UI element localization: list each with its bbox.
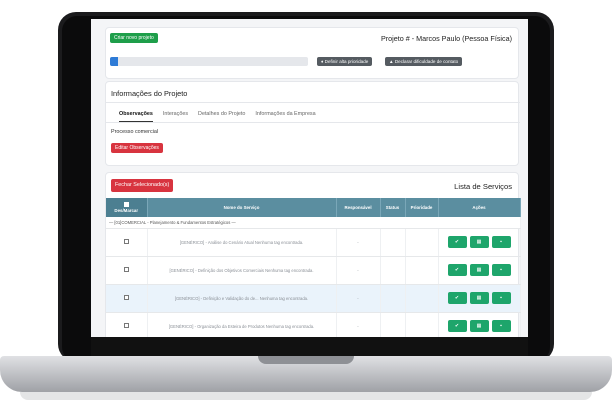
service-responsavel: - (336, 228, 381, 257)
table-row: [GENÉRICO] - Definição dos Objetivos Com… (106, 256, 521, 285)
project-info-card: Informações do Projeto Observações Inter… (105, 81, 520, 166)
calendar-icon[interactable]: ▦ (469, 320, 489, 332)
service-priority (405, 312, 439, 337)
contact-difficulty-label: Declarar dificuldade de contato (394, 59, 459, 64)
tab-interacoes[interactable]: Interações (163, 111, 188, 122)
col-select[interactable]: Des/Marcar (106, 198, 148, 217)
service-responsavel: - (336, 284, 381, 313)
row-checkbox[interactable] (123, 295, 129, 300)
contact-difficulty-button[interactable]: ▲ Declarar dificuldade de contato (385, 57, 463, 66)
project-header-card: Criar novo projeto Projeto # - Marcos Pa… (105, 27, 519, 79)
service-responsavel: - (336, 312, 381, 337)
tab-empresa[interactable]: Informações da Empresa (255, 111, 315, 122)
laptop-chin (91, 337, 528, 357)
observation-text: Processo comercial (111, 129, 159, 135)
row-checkbox[interactable] (123, 239, 129, 244)
check-icon[interactable]: ✔ (447, 264, 467, 276)
calendar-icon[interactable]: ▦ (469, 236, 489, 248)
edit-observations-button[interactable]: Editar Observações (111, 143, 163, 153)
col-name: Nome do Serviço (147, 198, 337, 217)
table-row: [GENÉRICO] - Definição e Validação do de… (106, 284, 521, 313)
info-title: Informações do Projeto (111, 89, 188, 98)
check-icon[interactable]: ✔ (447, 292, 467, 304)
laptop-frame: Criar novo projeto Projeto # - Marcos Pa… (0, 0, 612, 407)
check-icon[interactable]: ✔ (447, 320, 467, 332)
service-responsavel: - (336, 256, 381, 285)
tabs-divider (106, 122, 520, 123)
service-name: [GENÉRICO] - Definição dos Objetivos Com… (147, 256, 337, 285)
tab-detalhes[interactable]: Detalhes do Projeto (198, 111, 245, 122)
high-priority-button[interactable]: ♦ Definir alta prioridade (317, 57, 373, 66)
warning-icon: ▲ (389, 59, 394, 64)
project-title: Projeto # - Marcos Paulo (Pessoa Física) (380, 34, 512, 43)
table-header-row: Des/Marcar Nome do Serviço Responsável S… (106, 198, 521, 217)
select-all-checkbox[interactable] (123, 202, 129, 207)
service-priority (405, 228, 439, 257)
laptop-notch (258, 356, 354, 364)
row-checkbox[interactable] (123, 267, 129, 272)
laptop-shadow (20, 392, 592, 400)
calendar-icon[interactable]: ▦ (469, 292, 489, 304)
bell-icon: ♦ (321, 59, 324, 64)
grid-icon[interactable]: ▪ (491, 292, 511, 304)
table-row: [GENÉRICO] - Organização da Esteira de P… (106, 312, 521, 337)
tab-observacoes[interactable]: Observações (119, 111, 153, 122)
service-status (380, 312, 406, 337)
services-list-title: Lista de Serviços (454, 182, 512, 191)
grid-icon[interactable]: ▪ (491, 320, 511, 332)
group-label: — [01]COMERCIAL - Planejamento & Fundame… (106, 217, 521, 229)
service-status (380, 284, 406, 313)
table-row: [GENÉRICO] - Análise do Cenário Atual Ne… (106, 228, 521, 257)
high-priority-label: Definir alta prioridade (324, 59, 369, 64)
progress-fill (110, 57, 118, 66)
service-name: [GENÉRICO] - Organização da Esteira de P… (147, 312, 337, 337)
group-row: — [01]COMERCIAL - Planejamento & Fundame… (106, 217, 521, 229)
grid-icon[interactable]: ▪ (491, 236, 511, 248)
services-table: Des/Marcar Nome do Serviço Responsável S… (106, 198, 521, 337)
service-priority (405, 256, 439, 285)
row-checkbox[interactable] (123, 323, 129, 328)
service-name: [GENÉRICO] - Análise do Cenário Atual Ne… (147, 228, 337, 257)
check-icon[interactable]: ✔ (447, 236, 467, 248)
info-tabs: Observações Interações Detalhes do Proje… (119, 111, 316, 122)
service-status (380, 228, 406, 257)
calendar-icon[interactable]: ▦ (469, 264, 489, 276)
col-status: Status (380, 198, 406, 217)
close-selected-button[interactable]: Fechar Selecionado(s) (111, 179, 174, 192)
service-priority (405, 284, 439, 313)
service-name: [GENÉRICO] - Definição e Validação do de… (147, 284, 337, 313)
col-responsavel: Responsável (336, 198, 381, 217)
col-acoes: Ações (438, 198, 521, 217)
project-progress-bar (110, 57, 308, 66)
col-prioridade: Prioridade (405, 198, 439, 217)
screen: Criar novo projeto Projeto # - Marcos Pa… (91, 19, 528, 337)
info-divider (106, 102, 520, 103)
service-status (380, 256, 406, 285)
services-card: Fechar Selecionado(s) Lista de Serviços … (105, 172, 521, 337)
new-project-button[interactable]: Criar novo projeto (110, 33, 158, 43)
grid-icon[interactable]: ▪ (491, 264, 511, 276)
